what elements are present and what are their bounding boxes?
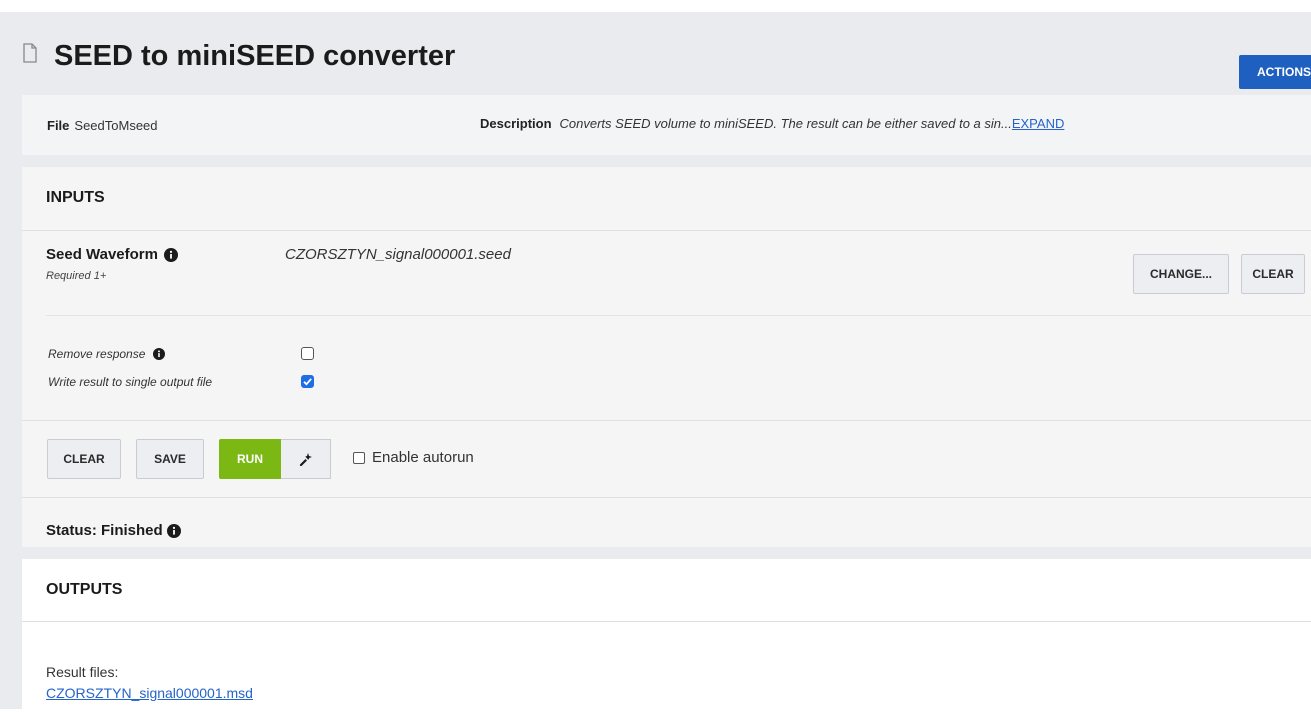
actions-button[interactable]: ACTIONS xyxy=(1239,55,1311,89)
description-block: Description Converts SEED volume to mini… xyxy=(480,116,1064,131)
status-text: Status: Finished xyxy=(46,522,163,539)
seed-waveform-label-text: Seed Waveform xyxy=(46,246,158,263)
single-output-text: Write result to single output file xyxy=(48,375,213,389)
expand-link[interactable]: EXPAND xyxy=(1012,116,1065,131)
change-file-button[interactable]: CHANGE... xyxy=(1133,254,1229,294)
actions-divider xyxy=(22,420,1311,421)
single-output-checkbox[interactable] xyxy=(301,375,314,388)
run-mode-button[interactable] xyxy=(281,439,331,479)
checkmark-icon xyxy=(303,378,312,386)
remove-response-label: Remove response xyxy=(48,347,166,361)
inputs-divider xyxy=(22,230,1311,231)
clear-file-button[interactable]: CLEAR xyxy=(1241,254,1305,294)
document-icon xyxy=(22,43,44,69)
file-value: SeedToMseed xyxy=(74,117,158,133)
page-frame: SEED to miniSEED converter ACTIONS File … xyxy=(0,12,1311,721)
status-line: Status: Finished xyxy=(46,522,181,539)
remove-response-text: Remove response xyxy=(48,347,146,361)
description-label: Description xyxy=(480,116,552,131)
info-icon[interactable] xyxy=(166,523,181,538)
magic-wand-icon xyxy=(299,453,312,466)
inputs-title: INPUTS xyxy=(46,189,105,206)
required-hint: Required 1+ xyxy=(46,270,107,282)
description-value: Converts SEED volume to miniSEED. The re… xyxy=(559,116,1012,131)
outputs-panel: OUTPUTS Result files: CZORSZTYN_signal00… xyxy=(22,559,1311,721)
clear-button[interactable]: CLEAR xyxy=(47,439,121,479)
save-button[interactable]: SAVE xyxy=(136,439,204,479)
info-icon[interactable] xyxy=(153,348,166,360)
run-button[interactable]: RUN xyxy=(219,439,281,479)
file-label: File xyxy=(47,117,70,133)
seed-waveform-label: Seed Waveform xyxy=(46,246,178,263)
autorun-toggle[interactable]: Enable autorun xyxy=(353,449,474,466)
result-files-label: Result files: xyxy=(46,664,119,680)
result-file-link[interactable]: CZORSZTYN_signal000001.msd xyxy=(46,685,253,701)
autorun-label: Enable autorun xyxy=(372,449,474,466)
page-title: SEED to miniSEED converter xyxy=(54,39,456,72)
single-output-label: Write result to single output file xyxy=(48,375,212,389)
autorun-checkbox[interactable] xyxy=(353,451,365,464)
status-divider xyxy=(22,497,1311,498)
page-header: SEED to miniSEED converter ACTIONS xyxy=(22,26,1311,89)
inputs-panel: INPUTS Seed Waveform Required 1+ CZORSZT… xyxy=(22,167,1311,547)
outputs-title: OUTPUTS xyxy=(46,581,123,598)
seed-waveform-value: CZORSZTYN_signal000001.seed xyxy=(285,246,511,263)
file-info-bar: File SeedToMseed Description Converts SE… xyxy=(22,95,1311,155)
options-divider xyxy=(46,315,1311,316)
info-icon[interactable] xyxy=(163,247,178,262)
remove-response-checkbox[interactable] xyxy=(301,347,314,360)
outputs-divider xyxy=(22,621,1311,622)
